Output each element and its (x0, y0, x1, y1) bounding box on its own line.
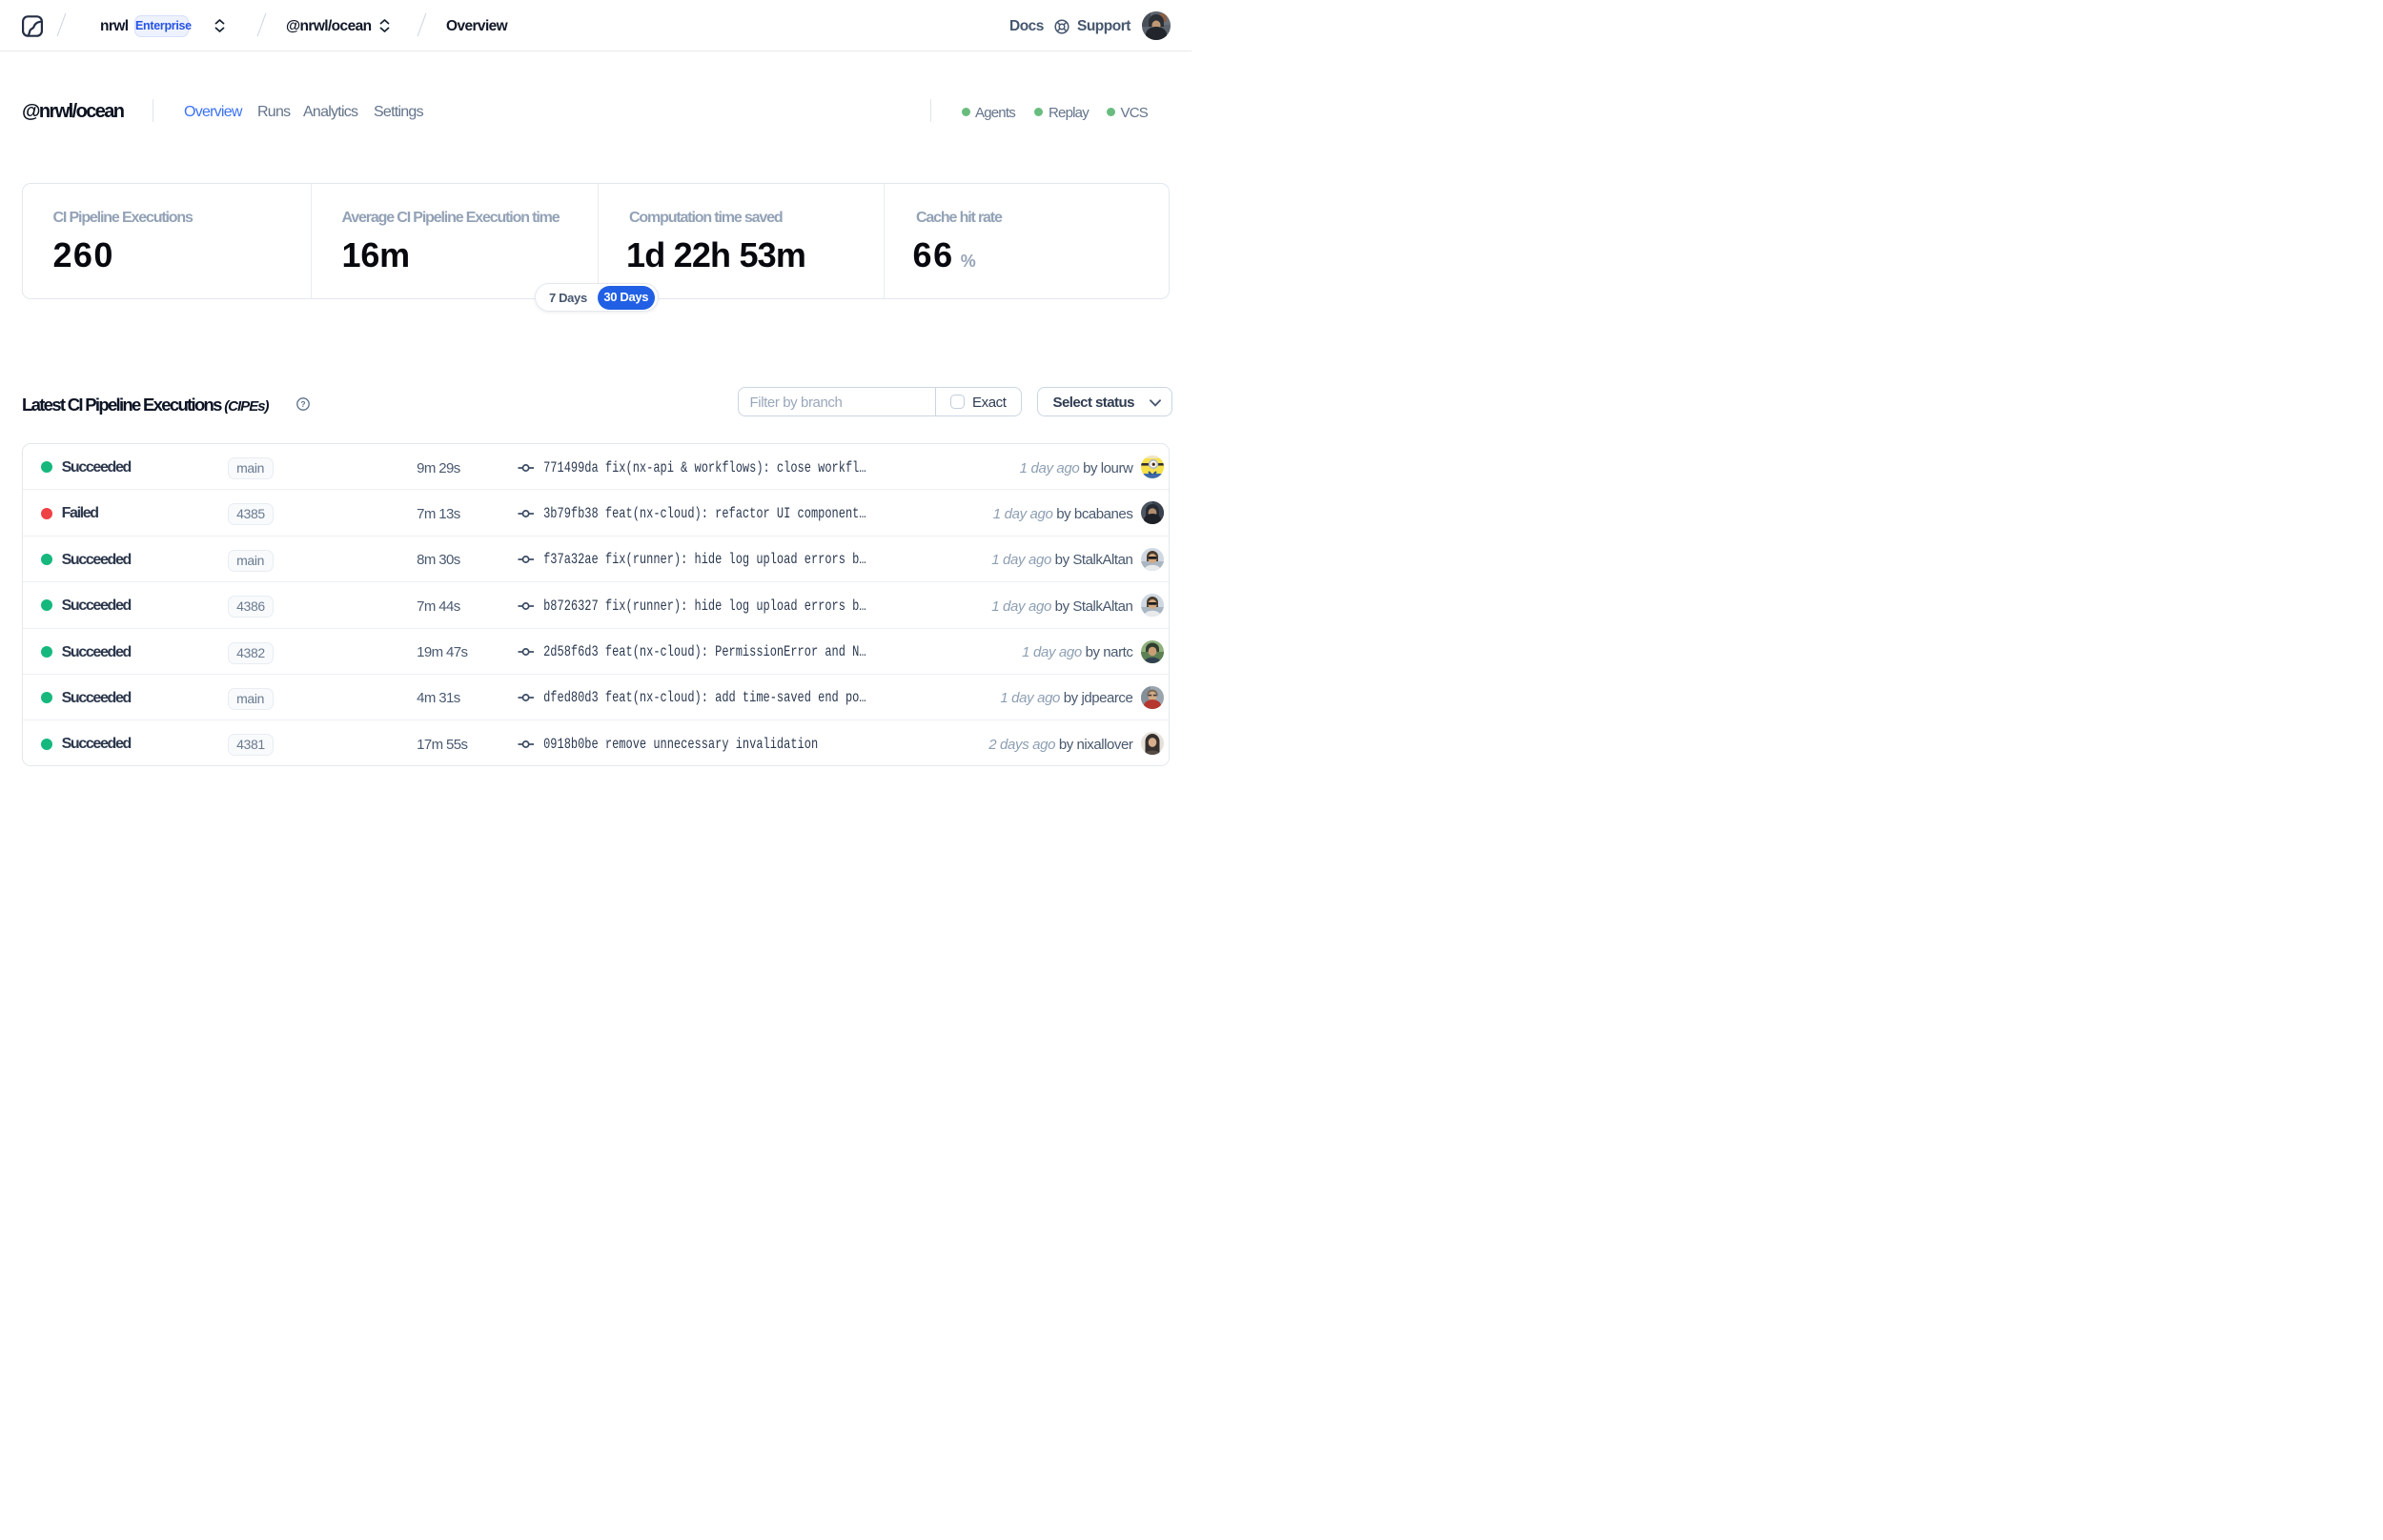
svg-text:?: ? (300, 399, 305, 409)
